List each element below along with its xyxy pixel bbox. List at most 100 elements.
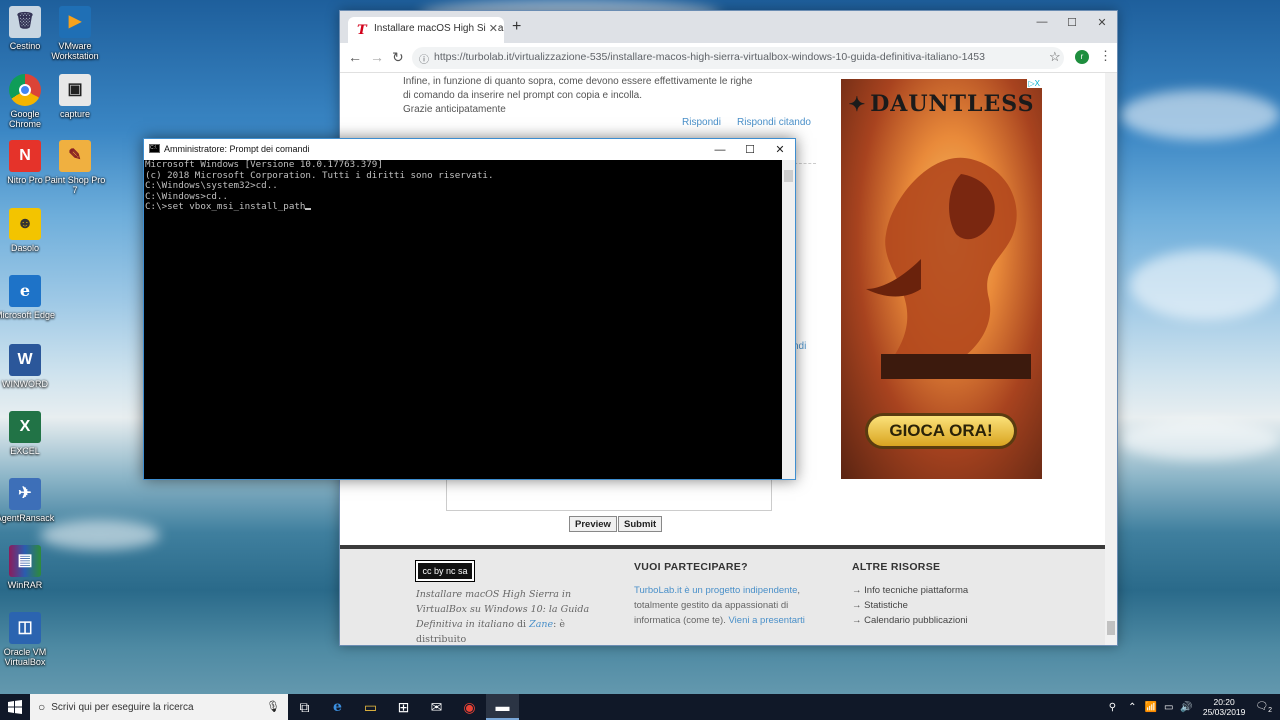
cc-license-badge[interactable]: cc by nc sa	[415, 560, 475, 582]
excel-icon: X	[9, 411, 41, 443]
tab-strip: T Installare macOS High Sierra in V ✕ + …	[340, 11, 1117, 43]
edge-taskbar-icon[interactable]: e	[321, 694, 354, 720]
desktop-icon-paint-shop-pro[interactable]: ✎ Paint Shop Pro 7	[44, 140, 106, 195]
store-icon[interactable]: ⊞	[387, 694, 420, 720]
address-bar[interactable]: ⓘ https://turbolab.it/virtualizzazione-5…	[412, 47, 1064, 69]
cmd-window-controls: — ☐ ✕	[705, 139, 795, 160]
resource-link[interactable]: → Calendario pubblicazioni	[852, 613, 1012, 628]
new-tab-icon[interactable]: +	[512, 18, 521, 36]
comment-textarea[interactable]	[446, 477, 772, 511]
people-icon[interactable]: ⚲	[1109, 702, 1116, 713]
reply-quote-link[interactable]: Rispondi citando	[737, 117, 811, 128]
windows-logo-icon	[8, 700, 22, 714]
text-cursor	[305, 208, 312, 211]
desktop-icon-virtualbox[interactable]: ◫ Oracle VM VirtualBox	[0, 612, 56, 667]
tab-close-icon[interactable]: ✕	[485, 22, 498, 35]
cmd-title-bar[interactable]: C:\ Amministratore: Prompt dei comandi —…	[144, 139, 795, 160]
nitro-pro-icon: N	[9, 140, 41, 172]
license-text: Installare macOS High Sierra in VirtualB…	[416, 589, 590, 645]
mail-icon[interactable]: ✉	[420, 694, 453, 720]
virtualbox-icon: ◫	[9, 612, 41, 644]
resource-link[interactable]: → Info tecniche piattaforma	[852, 583, 1012, 598]
scrollbar-thumb[interactable]	[1107, 621, 1115, 635]
microphone-icon[interactable]: 🎙	[266, 700, 280, 713]
desktop-icon-agent-ransack[interactable]: ✈ AgentRansack	[0, 478, 56, 523]
page-scrollbar[interactable]	[1105, 73, 1117, 645]
minimize-icon[interactable]: —	[705, 139, 735, 160]
author-link[interactable]: Zane	[529, 619, 553, 630]
show-hidden-icons-icon[interactable]: ⌃	[1128, 702, 1136, 713]
vmware-icon: ▶	[59, 6, 91, 38]
desktop-icon-word[interactable]: W WINWORD	[0, 344, 56, 389]
camera-icon: ▣	[59, 74, 91, 106]
console-input: C:\>set vbox_msi_install_path	[145, 201, 306, 213]
taskbar-search[interactable]: ○ Scrivi qui per eseguire la ricerca 🎙	[30, 694, 288, 720]
desktop-icon-winrar[interactable]: ▤ WinRAR	[0, 545, 56, 590]
agent-ransack-icon: ✈	[9, 478, 41, 510]
file-explorer-icon[interactable]: ▭	[354, 694, 387, 720]
browser-tab[interactable]: T Installare macOS High Sierra in V ✕	[348, 17, 504, 43]
system-tray: ⚲ ⌃ 📶 ▭ 🔊 20:20 25/03/2019 🗨2	[1109, 694, 1280, 720]
submit-button[interactable]: Submit	[618, 516, 663, 532]
chrome-taskbar-icon[interactable]: ◉	[453, 694, 486, 720]
person-icon: ☻	[9, 208, 41, 240]
close-icon[interactable]: ✕	[1087, 11, 1117, 33]
profile-avatar[interactable]: r	[1075, 50, 1089, 64]
dauntless-ad[interactable]: ▷X ✦ DAUNTLESS GIOCA ORA!	[841, 79, 1042, 479]
taskbar: ○ Scrivi qui per eseguire la ricerca 🎙 ⧉…	[0, 694, 1280, 720]
console-line: C:\Windows\system32>cd..	[145, 180, 278, 192]
notification-count: 2	[1268, 706, 1272, 714]
volume-icon[interactable]: 🔊	[1180, 702, 1192, 713]
close-icon[interactable]: ✕	[765, 139, 795, 160]
footer-resources-title: ALTRE RISORSE	[852, 561, 941, 573]
independent-project-link[interactable]: TurboLab.it è un progetto indipendente	[634, 585, 797, 596]
participate-text: TurboLab.it è un progetto indipendente, …	[634, 585, 805, 626]
network-icon[interactable]: 📶	[1144, 702, 1156, 713]
task-view-icon[interactable]: ⧉	[288, 694, 321, 720]
introduce-yourself-link[interactable]: Vieni a presentarti	[729, 615, 805, 626]
dragon-illustration	[866, 157, 1031, 379]
bookmark-star-icon[interactable]: ☆	[1049, 49, 1061, 65]
winrar-icon: ▤	[9, 545, 41, 577]
edge-icon: e	[9, 275, 41, 307]
cmd-scrollbar-thumb[interactable]	[784, 170, 793, 182]
desktop-icon-dasolo[interactable]: ☻ Dasolo	[0, 208, 56, 253]
console-output[interactable]: Microsoft Windows [Versione 10.0.17763.3…	[145, 160, 782, 479]
site-footer: cc by nc sa Installare macOS High Sierra…	[340, 549, 1117, 645]
cmd-taskbar-icon[interactable]: ▬	[486, 694, 519, 720]
chrome-menu-icon[interactable]: ⋮	[1099, 48, 1112, 64]
back-icon[interactable]: ←	[348, 49, 362, 65]
battery-icon[interactable]: ▭	[1164, 702, 1173, 713]
dauntless-logo-icon: ✦	[848, 92, 867, 116]
maximize-icon[interactable]: ☐	[1057, 11, 1087, 33]
tab-title: Installare macOS High Sierra in V	[374, 23, 504, 34]
taskbar-clock[interactable]: 20:20 25/03/2019	[1203, 697, 1246, 717]
comment-body: Infine, in funzione di quanto sopra, com…	[403, 76, 753, 115]
url-text: https://turbolab.it/virtualizzazione-535…	[434, 51, 985, 63]
cmd-title: Amministratore: Prompt dei comandi	[164, 144, 310, 154]
footer-participate-title: VUOI PARTECIPARE?	[634, 561, 748, 573]
resources-list: → Info tecniche piattaforma → Statistich…	[852, 583, 1012, 628]
resource-link[interactable]: → Statistiche	[852, 598, 1012, 613]
desktop-icon-excel[interactable]: X EXCEL	[0, 411, 56, 456]
site-info-icon[interactable]: ⓘ	[419, 51, 429, 66]
cmd-icon: C:\	[149, 144, 160, 153]
turbolab-favicon-icon: T	[357, 23, 367, 38]
reply-link[interactable]: Rispondi	[682, 117, 721, 128]
desktop-icon-vmware[interactable]: ▶ VMware Workstation	[44, 6, 106, 61]
preview-button[interactable]: Preview	[569, 516, 617, 532]
forward-icon[interactable]: →	[370, 49, 384, 65]
minimize-icon[interactable]: —	[1027, 11, 1057, 33]
desktop-icon-edge[interactable]: e Microsoft Edge	[0, 275, 56, 320]
maximize-icon[interactable]: ☐	[735, 139, 765, 160]
desktop-icon-capture[interactable]: ▣ capture	[44, 74, 106, 119]
reload-icon[interactable]: ↻	[392, 49, 404, 66]
word-icon: W	[9, 344, 41, 376]
start-button[interactable]	[0, 694, 30, 720]
console-line: Microsoft Windows [Versione 10.0.17763.3…	[145, 160, 383, 170]
cmd-scrollbar[interactable]	[782, 160, 795, 479]
notification-center-icon[interactable]: 🗨2	[1255, 701, 1272, 714]
browser-window-controls: — ☐ ✕	[1027, 11, 1117, 33]
ad-play-button[interactable]: GIOCA ORA!	[865, 413, 1017, 449]
adchoices-icon[interactable]: ▷X	[1026, 79, 1042, 88]
